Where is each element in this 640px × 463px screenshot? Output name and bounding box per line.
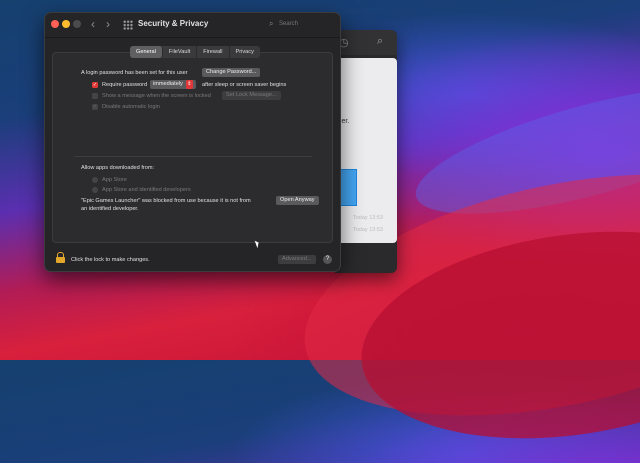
app-store-radio[interactable]	[92, 177, 98, 183]
general-panel: A login password has been set for this u…	[52, 52, 333, 249]
blocked-app-message: "Epic Games Launcher" was blocked from u…	[81, 198, 251, 204]
show-all-grid-icon[interactable]	[123, 20, 133, 30]
search-field[interactable]: ⌕ Search	[267, 18, 333, 31]
mouse-cursor	[254, 239, 261, 249]
disable-autologin-checkbox[interactable]: ✓	[92, 104, 98, 110]
show-message-label: Show a message when the screen is locked	[102, 93, 211, 99]
popup-value: immediately	[153, 81, 183, 87]
time-label: Today 13:53	[353, 215, 383, 221]
forward-icon[interactable]: ›	[106, 17, 110, 31]
tab-filevault[interactable]: FileVault	[163, 46, 198, 58]
chevron-updown-icon: ⇕	[185, 80, 193, 89]
advanced-button[interactable]: Advanced...	[278, 255, 316, 264]
disable-autologin-label: Disable automatic login	[102, 104, 160, 110]
tab-privacy[interactable]: Privacy	[230, 46, 260, 58]
allow-apps-heading: Allow apps downloaded from:	[81, 165, 155, 171]
background-toolbar: ◷ ⌕	[335, 30, 397, 55]
divider	[74, 156, 312, 157]
login-password-text: A login password has been set for this u…	[81, 70, 188, 76]
blocked-app-message-line2: an identified developer.	[81, 206, 139, 212]
identified-developers-radio[interactable]	[92, 187, 98, 193]
tab-general[interactable]: General	[130, 46, 163, 58]
tab-bar: General FileVault Firewall Privacy	[130, 46, 260, 58]
require-password-checkbox[interactable]: ✓	[92, 82, 98, 88]
search-icon[interactable]: ⌕	[377, 35, 383, 48]
change-password-button[interactable]: Change Password...	[202, 68, 261, 77]
open-anyway-button[interactable]: Open Anyway	[276, 196, 319, 205]
search-icon: ⌕	[269, 19, 274, 28]
search-placeholder: Search	[279, 21, 299, 27]
zoom-button[interactable]	[73, 20, 81, 28]
help-button[interactable]: ?	[323, 255, 332, 264]
identified-developers-label: App Store and identified developers	[102, 187, 191, 193]
set-lock-message-button[interactable]: Set Lock Message...	[222, 91, 281, 100]
app-store-label: App Store	[102, 177, 127, 183]
show-message-checkbox[interactable]	[92, 93, 98, 99]
titlebar: ‹ › Security & Privacy ⌕ Search	[45, 13, 340, 38]
require-password-popup[interactable]: immediately ⇕	[150, 80, 196, 89]
time-label: Today 13:53	[353, 227, 383, 233]
background-times: Today 13:53 Today 13:53	[353, 212, 383, 236]
after-sleep-text: after sleep or screen saver begins	[202, 82, 287, 88]
lock-hint-text: Click the lock to make changes.	[71, 257, 150, 263]
back-icon[interactable]: ‹	[91, 17, 95, 31]
window-title: Security & Privacy	[138, 19, 209, 28]
close-button[interactable]	[51, 20, 59, 28]
require-password-label: Require password	[102, 82, 148, 88]
tab-firewall[interactable]: Firewall	[197, 46, 230, 58]
security-privacy-window: ‹ › Security & Privacy ⌕ Search A login …	[44, 12, 341, 272]
lock-icon[interactable]	[56, 252, 65, 263]
minimize-button[interactable]	[62, 20, 70, 28]
background-window[interactable]: ◷ ⌕ lder. Today 13:53 Today 13:53	[335, 30, 397, 273]
